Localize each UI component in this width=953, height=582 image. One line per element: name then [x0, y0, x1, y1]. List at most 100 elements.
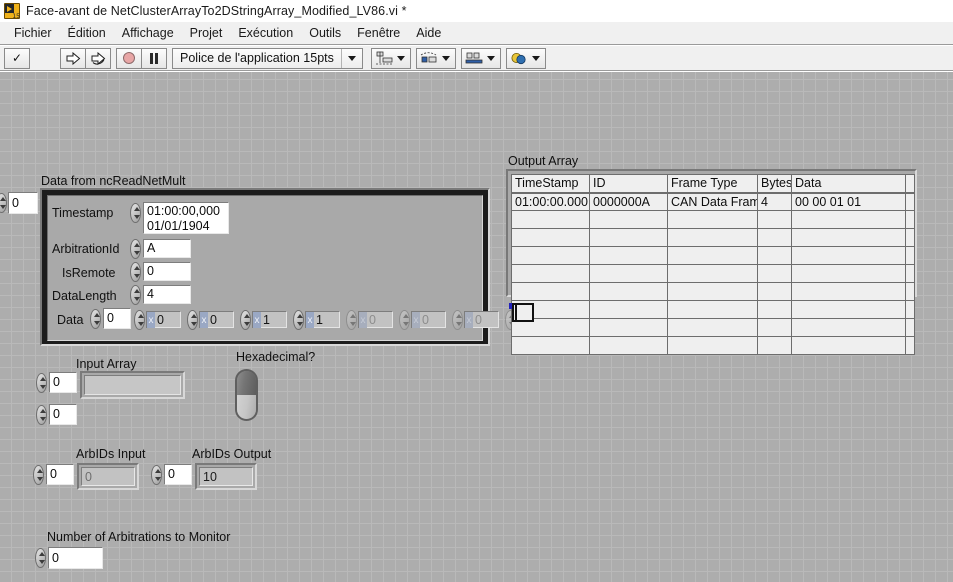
table-cell-edit-cursor[interactable] — [512, 303, 534, 322]
cell-blank[interactable] — [905, 318, 915, 337]
cell-data[interactable] — [791, 228, 906, 247]
input-array-col-index-spinner[interactable] — [36, 405, 47, 425]
menu-affichage[interactable]: Affichage — [114, 24, 182, 42]
cell-id[interactable]: 0000000A — [589, 192, 668, 211]
cell-bytes[interactable] — [757, 282, 792, 301]
cell-blank[interactable] — [905, 228, 915, 247]
datalength-field[interactable]: 4 — [143, 285, 191, 304]
data-element-0[interactable]: x 0 — [146, 311, 181, 328]
cell-id[interactable] — [589, 318, 668, 337]
run-button[interactable]: ✓ — [4, 47, 30, 69]
front-panel-canvas[interactable]: Data from ncReadNetMult 0 Timestamp 01:0… — [0, 72, 953, 582]
align-objects-button[interactable] — [370, 47, 411, 69]
resize-objects-button[interactable] — [460, 47, 501, 69]
cell-bytes[interactable] — [757, 264, 792, 283]
isremote-spinner[interactable] — [130, 262, 141, 282]
table-row[interactable] — [511, 282, 915, 301]
column-header-bytes[interactable]: Bytes — [757, 174, 792, 194]
column-header-id[interactable]: ID — [589, 174, 668, 194]
cell-bytes[interactable] — [757, 336, 792, 355]
cell-id[interactable] — [589, 264, 668, 283]
data-element-4[interactable]: x 0 — [358, 311, 393, 328]
arbids-output-value[interactable]: 10 — [199, 467, 253, 486]
column-header-data[interactable]: Data — [791, 174, 906, 194]
reorder-objects-button[interactable] — [505, 47, 546, 69]
datalength-spinner[interactable] — [130, 285, 141, 305]
data-element-6-spinner[interactable] — [452, 310, 463, 330]
cell-blank[interactable] — [905, 264, 915, 283]
cell-frame-type[interactable] — [667, 336, 758, 355]
cell-bytes[interactable] — [757, 246, 792, 265]
menu-execution[interactable]: Exécution — [230, 24, 301, 42]
table-row[interactable] — [511, 336, 915, 355]
cell-data[interactable] — [791, 300, 906, 319]
hexadecimal-toggle-switch[interactable] — [235, 369, 258, 421]
timestamp-spinner[interactable] — [130, 203, 141, 223]
cell-frame-type[interactable] — [667, 300, 758, 319]
cell-id[interactable] — [589, 246, 668, 265]
arbitrationid-field[interactable]: A — [143, 239, 191, 258]
data-element-2-spinner[interactable] — [240, 310, 251, 330]
input-array-element-0[interactable] — [84, 375, 181, 395]
cell-timestamp[interactable] — [511, 228, 590, 247]
cell-frame-type[interactable]: CAN Data Fram — [667, 192, 758, 211]
cell-timestamp[interactable] — [511, 264, 590, 283]
arbids-input-index-spinner[interactable] — [33, 465, 44, 485]
abort-execution-button[interactable] — [116, 47, 142, 69]
menu-edition[interactable]: Édition — [60, 24, 114, 42]
data-element-0-spinner[interactable] — [134, 310, 145, 330]
cell-bytes[interactable]: 4 — [757, 192, 792, 211]
data-element-3[interactable]: x 1 — [305, 311, 340, 328]
cell-bytes[interactable] — [757, 210, 792, 229]
output-array-table[interactable]: TimeStamp ID Frame Type Bytes Data 01:00… — [511, 174, 915, 355]
table-row[interactable] — [511, 228, 915, 247]
cell-data[interactable] — [791, 246, 906, 265]
column-header-frame-type[interactable]: Frame Type — [667, 174, 758, 194]
num-arbitrations-spinner[interactable] — [35, 548, 46, 568]
arbitrationid-spinner[interactable] — [130, 239, 141, 259]
menu-aide[interactable]: Aide — [408, 24, 449, 42]
cell-timestamp[interactable] — [511, 336, 590, 355]
isremote-field[interactable]: 0 — [143, 262, 191, 281]
font-selector[interactable]: Police de l'application 15pts — [172, 47, 363, 69]
cell-data[interactable] — [791, 264, 906, 283]
menu-projet[interactable]: Projet — [182, 24, 231, 42]
arbids-input-index-field[interactable]: 0 — [46, 464, 74, 485]
menu-fichier[interactable]: Fichier — [6, 24, 60, 42]
cell-data[interactable] — [791, 210, 906, 229]
distribute-objects-button[interactable] — [415, 47, 456, 69]
input-array-row-index-field[interactable]: 0 — [49, 372, 77, 393]
menu-fenetre[interactable]: Fenêtre — [349, 24, 408, 42]
table-row[interactable] — [511, 264, 915, 283]
input-array-row-index-spinner[interactable] — [36, 373, 47, 393]
cell-id[interactable] — [589, 228, 668, 247]
data-element-2[interactable]: x 1 — [252, 311, 287, 328]
table-row[interactable] — [511, 210, 915, 229]
cell-id[interactable] — [589, 336, 668, 355]
arbids-input-value[interactable]: 0 — [81, 467, 135, 486]
cell-timestamp[interactable] — [511, 282, 590, 301]
cluster-array-index-spinner[interactable] — [0, 193, 7, 213]
menu-outils[interactable]: Outils — [301, 24, 349, 42]
num-arbitrations-field[interactable]: 0 — [48, 547, 103, 569]
cell-data[interactable] — [791, 336, 906, 355]
input-array-col-index-field[interactable]: 0 — [49, 404, 77, 425]
data-element-5[interactable]: x 0 — [411, 311, 446, 328]
data-element-4-spinner[interactable] — [346, 310, 357, 330]
table-row[interactable] — [511, 318, 915, 337]
column-header-blank[interactable] — [905, 174, 915, 194]
arbids-output-index-spinner[interactable] — [151, 465, 162, 485]
cell-data[interactable] — [791, 282, 906, 301]
cell-timestamp[interactable] — [511, 246, 590, 265]
cell-id[interactable] — [589, 282, 668, 301]
cell-data[interactable] — [791, 318, 906, 337]
cell-frame-type[interactable] — [667, 228, 758, 247]
cell-blank[interactable] — [905, 192, 915, 211]
column-header-timestamp[interactable]: TimeStamp — [511, 174, 590, 194]
data-subarray-index-field[interactable]: 0 — [103, 308, 131, 329]
timestamp-field[interactable]: 01:00:00,000 01/01/1904 — [143, 202, 229, 234]
table-row[interactable]: 01:00:00.000 0000000A CAN Data Fram 4 00… — [511, 192, 915, 211]
cell-blank[interactable] — [905, 210, 915, 229]
cell-blank[interactable] — [905, 246, 915, 265]
cell-frame-type[interactable] — [667, 246, 758, 265]
